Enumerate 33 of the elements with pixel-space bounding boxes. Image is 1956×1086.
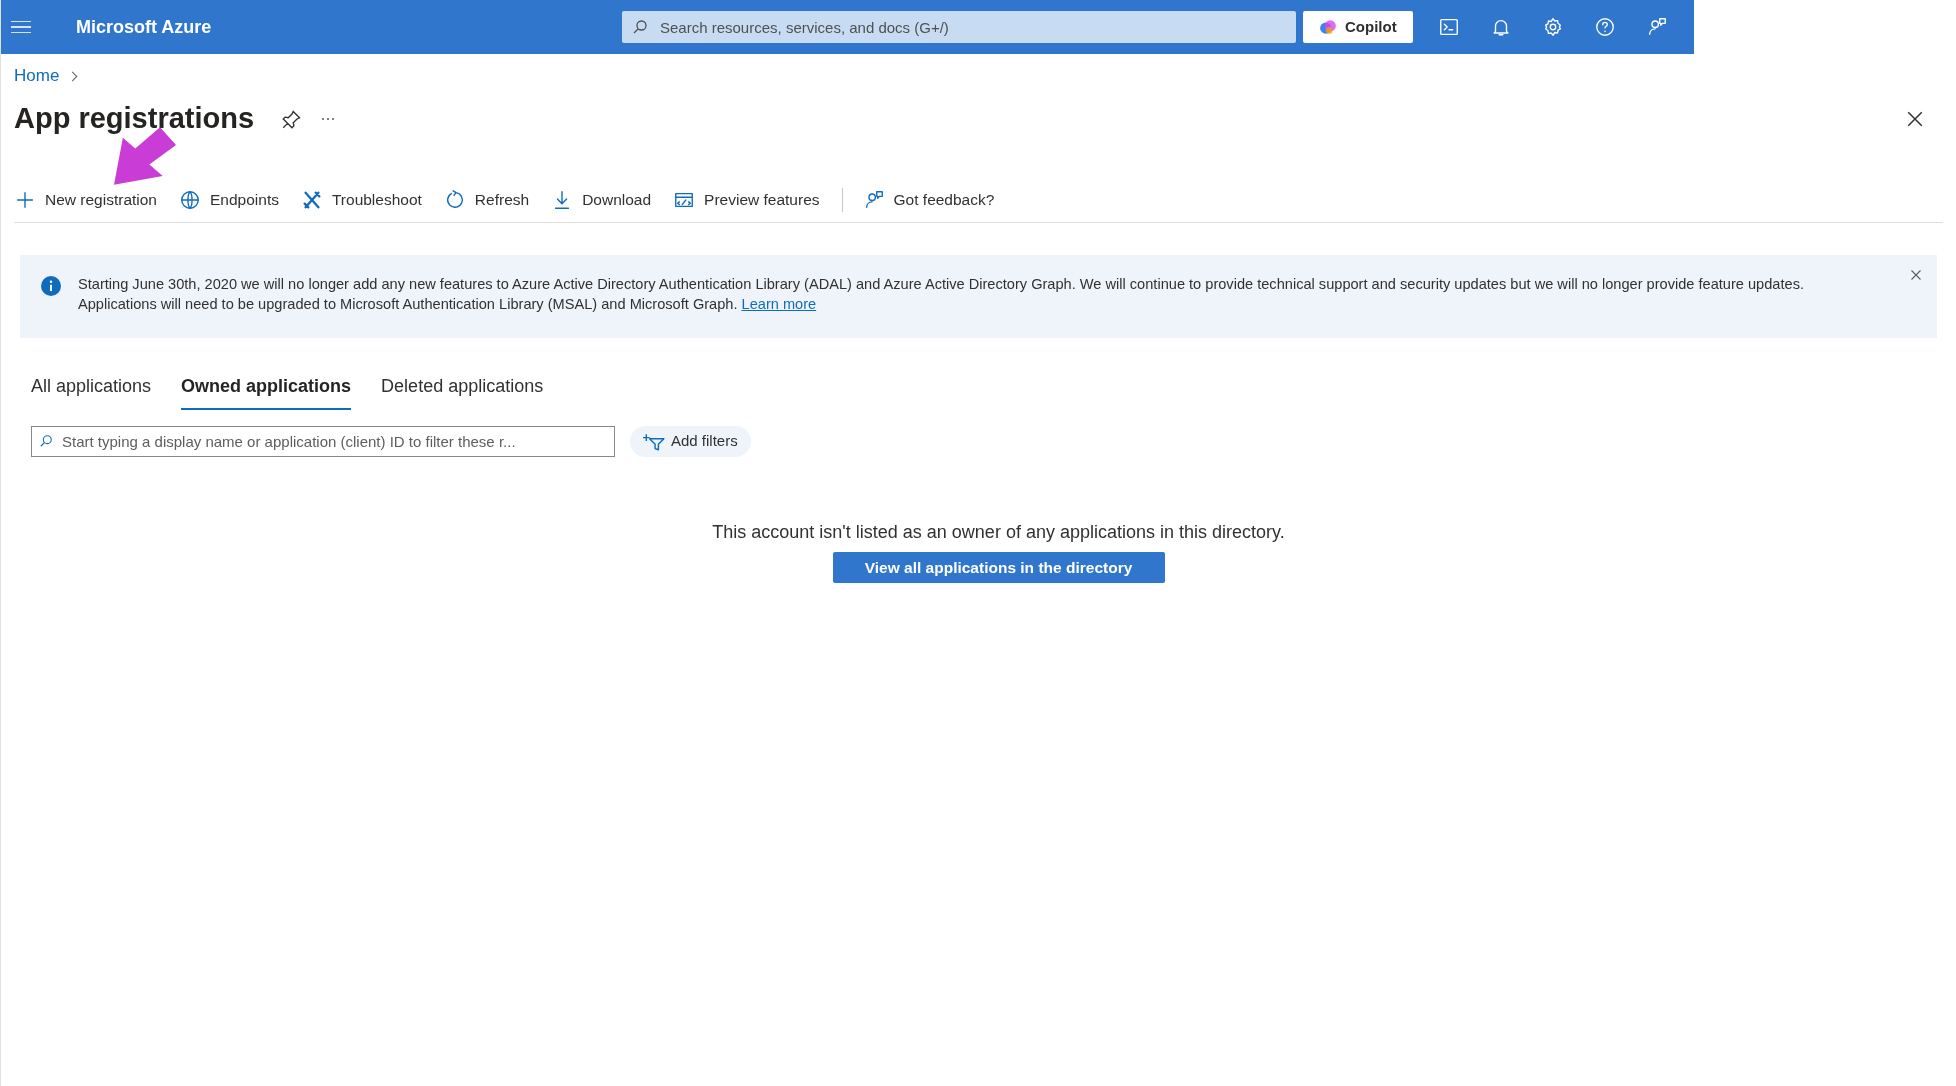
terminal-icon: [1437, 16, 1460, 38]
close-icon[interactable]: [1906, 110, 1924, 128]
plus-icon: [14, 189, 36, 211]
tab[interactable]: Deleted applications: [381, 373, 544, 410]
add-filters-button[interactable]: Add filters: [630, 426, 751, 457]
toolbar-button[interactable]: Refresh: [443, 186, 530, 214]
learn-more-link[interactable]: Learn more: [741, 296, 817, 312]
toolbar-button[interactable]: Download: [551, 186, 652, 214]
toolbar-button[interactable]: Preview features: [673, 186, 820, 214]
filter-field[interactable]: Start typing a display name or application (client) ID to filter these r...: [31, 426, 615, 457]
pin-icon[interactable]: [282, 109, 303, 129]
tab[interactable]: Owned applications: [181, 373, 352, 410]
copilot-icon: [1319, 18, 1337, 36]
deprecation-notice: Starting June 30th, 2020 we will no longer add any new features to Azure Active Directory Authentication Library (ADAL) and Azure Active Directory Graph. We will continue to provide technical support and security updates but we will no longer provide feature updates. Applications will need to be upgraded to Microsoft Authentication Library (MSAL) and Microsoft Graph. Learn more: [78, 275, 1805, 314]
info-icon: [41, 276, 61, 296]
empty-message: This account isn't listed as an owner of any applications in this directory.: [712, 521, 1285, 544]
toolbar-button[interactable]: New registration: [14, 186, 157, 214]
globe-icon: [179, 189, 201, 211]
copilot-button[interactable]: Copilot: [1303, 11, 1413, 43]
toolbar-button[interactable]: Endpoints: [179, 186, 279, 214]
toolbar-button[interactable]: Troubleshoot: [300, 186, 422, 214]
tab[interactable]: All applications: [31, 373, 152, 410]
breadcrumb-link[interactable]: Home: [14, 63, 60, 89]
search-icon: [632, 19, 648, 35]
view-all-button[interactable]: View all applications in the directory: [832, 552, 1165, 583]
search-icon: [39, 434, 53, 448]
brand-name[interactable]: Microsoft Azure: [76, 13, 622, 41]
add-filter-icon: [643, 432, 665, 451]
page-title: App registrations: [14, 101, 255, 137]
search-field[interactable]: Search resources, services, and docs (G+/): [622, 11, 1296, 43]
toolbar-button[interactable]: Got feedback?: [862, 186, 995, 214]
help-icon: [1593, 16, 1616, 38]
dismiss-icon[interactable]: [1910, 269, 1922, 281]
